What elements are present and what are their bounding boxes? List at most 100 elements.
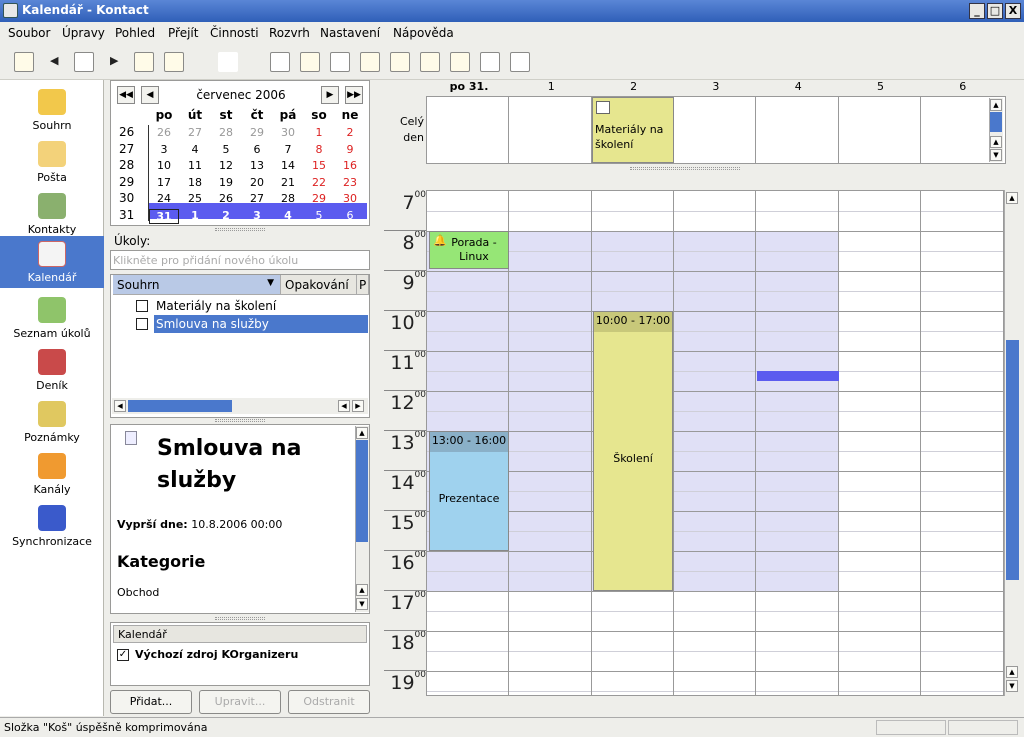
day-cell[interactable]: 8 (304, 143, 334, 156)
sidebar-item-kalendar[interactable]: Kalendář (0, 236, 104, 288)
day-cell[interactable]: 2 (335, 126, 365, 139)
scroll-up-icon[interactable]: ▲ (356, 427, 368, 439)
maximize-button[interactable]: □ (987, 3, 1003, 19)
day-cell[interactable]: 24 (149, 192, 179, 205)
day-cell[interactable]: 25 (180, 192, 210, 205)
new-event-icon[interactable] (14, 52, 34, 72)
scroll-up-icon[interactable]: ▲ (1006, 666, 1018, 678)
menu-prejit[interactable]: Přejít (168, 26, 198, 40)
edit-button[interactable]: Upravit... (199, 690, 281, 714)
scroll-right-icon[interactable]: ▶ (352, 400, 364, 412)
day-cell[interactable]: 1 (180, 209, 210, 222)
menu-upravy[interactable]: Úpravy (62, 26, 105, 40)
day-cell[interactable]: 4 (273, 209, 303, 222)
day-header[interactable]: 4 (757, 80, 839, 93)
scroll-thumb[interactable] (990, 112, 1002, 132)
journal-view-icon[interactable] (510, 52, 530, 72)
scroll-up-icon[interactable]: ▲ (990, 136, 1002, 148)
scroll-right-icon[interactable]: ◀ (338, 400, 350, 412)
day-header[interactable]: 5 (840, 80, 922, 93)
week-number[interactable]: 31 (119, 208, 149, 222)
day-cell[interactable]: 23 (335, 176, 365, 189)
sidebar-item-poznamky[interactable]: Poznámky (0, 396, 104, 448)
day-cell[interactable]: 4 (180, 143, 210, 156)
event-skoleni[interactable]: 10:00 - 17:00 Školení (593, 311, 673, 591)
sidebar-item-synchronizace[interactable]: Synchronizace (0, 500, 104, 552)
day-cell[interactable]: 19 (211, 176, 241, 189)
day-header[interactable]: 1 (510, 80, 592, 93)
agenda-vscrollbar[interactable]: ▲ ▲ ▼ (1004, 190, 1020, 696)
event-prezentace[interactable]: 13:00 - 16:00 Prezentace (429, 431, 509, 551)
day-cell[interactable]: 29 (304, 192, 334, 205)
day-cell[interactable]: 18 (180, 176, 210, 189)
close-button[interactable]: X (1005, 3, 1021, 19)
day-cell[interactable]: 6 (335, 209, 365, 222)
next-month-button[interactable]: ▶ (321, 86, 339, 104)
previous-icon[interactable]: ◀ (50, 54, 58, 67)
month-view-icon[interactable] (450, 52, 470, 72)
column-header-priority[interactable]: P (357, 275, 369, 295)
day-cell[interactable]: 7 (273, 143, 303, 156)
scroll-thumb[interactable] (128, 400, 232, 412)
day-cell[interactable]: 9 (335, 143, 365, 156)
scroll-up-icon[interactable]: ▲ (990, 99, 1002, 111)
task-row[interactable]: Materiály na školení (112, 297, 368, 315)
day-cell[interactable]: 29 (242, 126, 272, 139)
scroll-thumb[interactable] (356, 440, 368, 542)
all-day-scrollbar[interactable]: ▲ ▲ ▼ (989, 98, 1003, 162)
day-cell[interactable]: 3 (242, 209, 272, 222)
day-cell[interactable]: 10 (149, 159, 179, 172)
day-cell[interactable]: 20 (242, 176, 272, 189)
week-number[interactable]: 27 (119, 142, 149, 156)
sidebar-item-seznam-ukolu[interactable]: Seznam úkolů (0, 292, 104, 344)
scroll-down-icon[interactable]: ▼ (990, 149, 1002, 161)
day-cell[interactable]: 27 (242, 192, 272, 205)
day-cell[interactable]: 1 (304, 126, 334, 139)
day-cell[interactable]: 26 (149, 126, 179, 139)
column-header-souhrn[interactable]: Souhrn ▼ (113, 275, 281, 295)
next-icon[interactable]: ▶ (110, 54, 118, 67)
scroll-thumb[interactable] (1006, 340, 1019, 580)
event-porada[interactable]: 🔔 Porada - Linux (429, 231, 509, 269)
menu-pohled[interactable]: Pohled (115, 26, 155, 40)
remove-button[interactable]: Odstranit (288, 690, 370, 714)
day-icon[interactable] (134, 52, 154, 72)
go-today-icon[interactable] (74, 52, 94, 72)
task-checkbox[interactable] (136, 300, 148, 312)
day-cell[interactable]: 21 (273, 176, 303, 189)
day-cell[interactable]: 14 (273, 159, 303, 172)
task-list-hscrollbar[interactable]: ◀ ◀ ▶ (112, 398, 368, 414)
resource-checkbox[interactable]: ✓ (117, 649, 129, 661)
scroll-up-icon[interactable]: ▲ (1006, 192, 1018, 204)
day-cell[interactable]: 13 (242, 159, 272, 172)
day-cell[interactable]: 28 (273, 192, 303, 205)
prev-month-button[interactable]: ◀ (141, 86, 159, 104)
list-view-icon[interactable] (300, 52, 320, 72)
day-cell[interactable]: 30 (273, 126, 303, 139)
day-cell[interactable]: 2 (211, 209, 241, 222)
all-day-area[interactable]: Materiály na školení ▲ ▲ ▼ (426, 96, 1006, 164)
day-cell[interactable]: 15 (304, 159, 334, 172)
day-cell[interactable]: 30 (335, 192, 365, 205)
prev-year-button[interactable]: ◀◀ (117, 86, 135, 104)
task-row-selected[interactable]: Smlouva na služby (112, 315, 368, 333)
menu-nastaveni[interactable]: Nastavení (320, 26, 380, 40)
todo-view-icon[interactable] (480, 52, 500, 72)
day-header[interactable]: 3 (675, 80, 757, 93)
splitter-handle[interactable] (215, 419, 265, 422)
day-cell[interactable]: 17 (149, 176, 179, 189)
menu-cinnosti[interactable]: Činnosti (210, 26, 259, 40)
day-cell[interactable]: 12 (211, 159, 241, 172)
day-header[interactable]: 6 (922, 80, 1004, 93)
splitter-handle[interactable] (630, 167, 740, 170)
add-button[interactable]: Přidat... (110, 690, 192, 714)
next-days-icon[interactable] (420, 52, 440, 72)
day-cell[interactable]: 16 (335, 159, 365, 172)
minimize-button[interactable]: _ (969, 3, 985, 19)
week-number[interactable]: 28 (119, 158, 149, 172)
sidebar-item-posta[interactable]: Pošta (0, 136, 104, 188)
day-header[interactable]: 2 (593, 80, 675, 93)
sidebar-item-kontakty[interactable]: Kontakty (0, 188, 104, 240)
resources-header[interactable]: Kalendář (113, 625, 367, 643)
scroll-left-icon[interactable]: ◀ (114, 400, 126, 412)
